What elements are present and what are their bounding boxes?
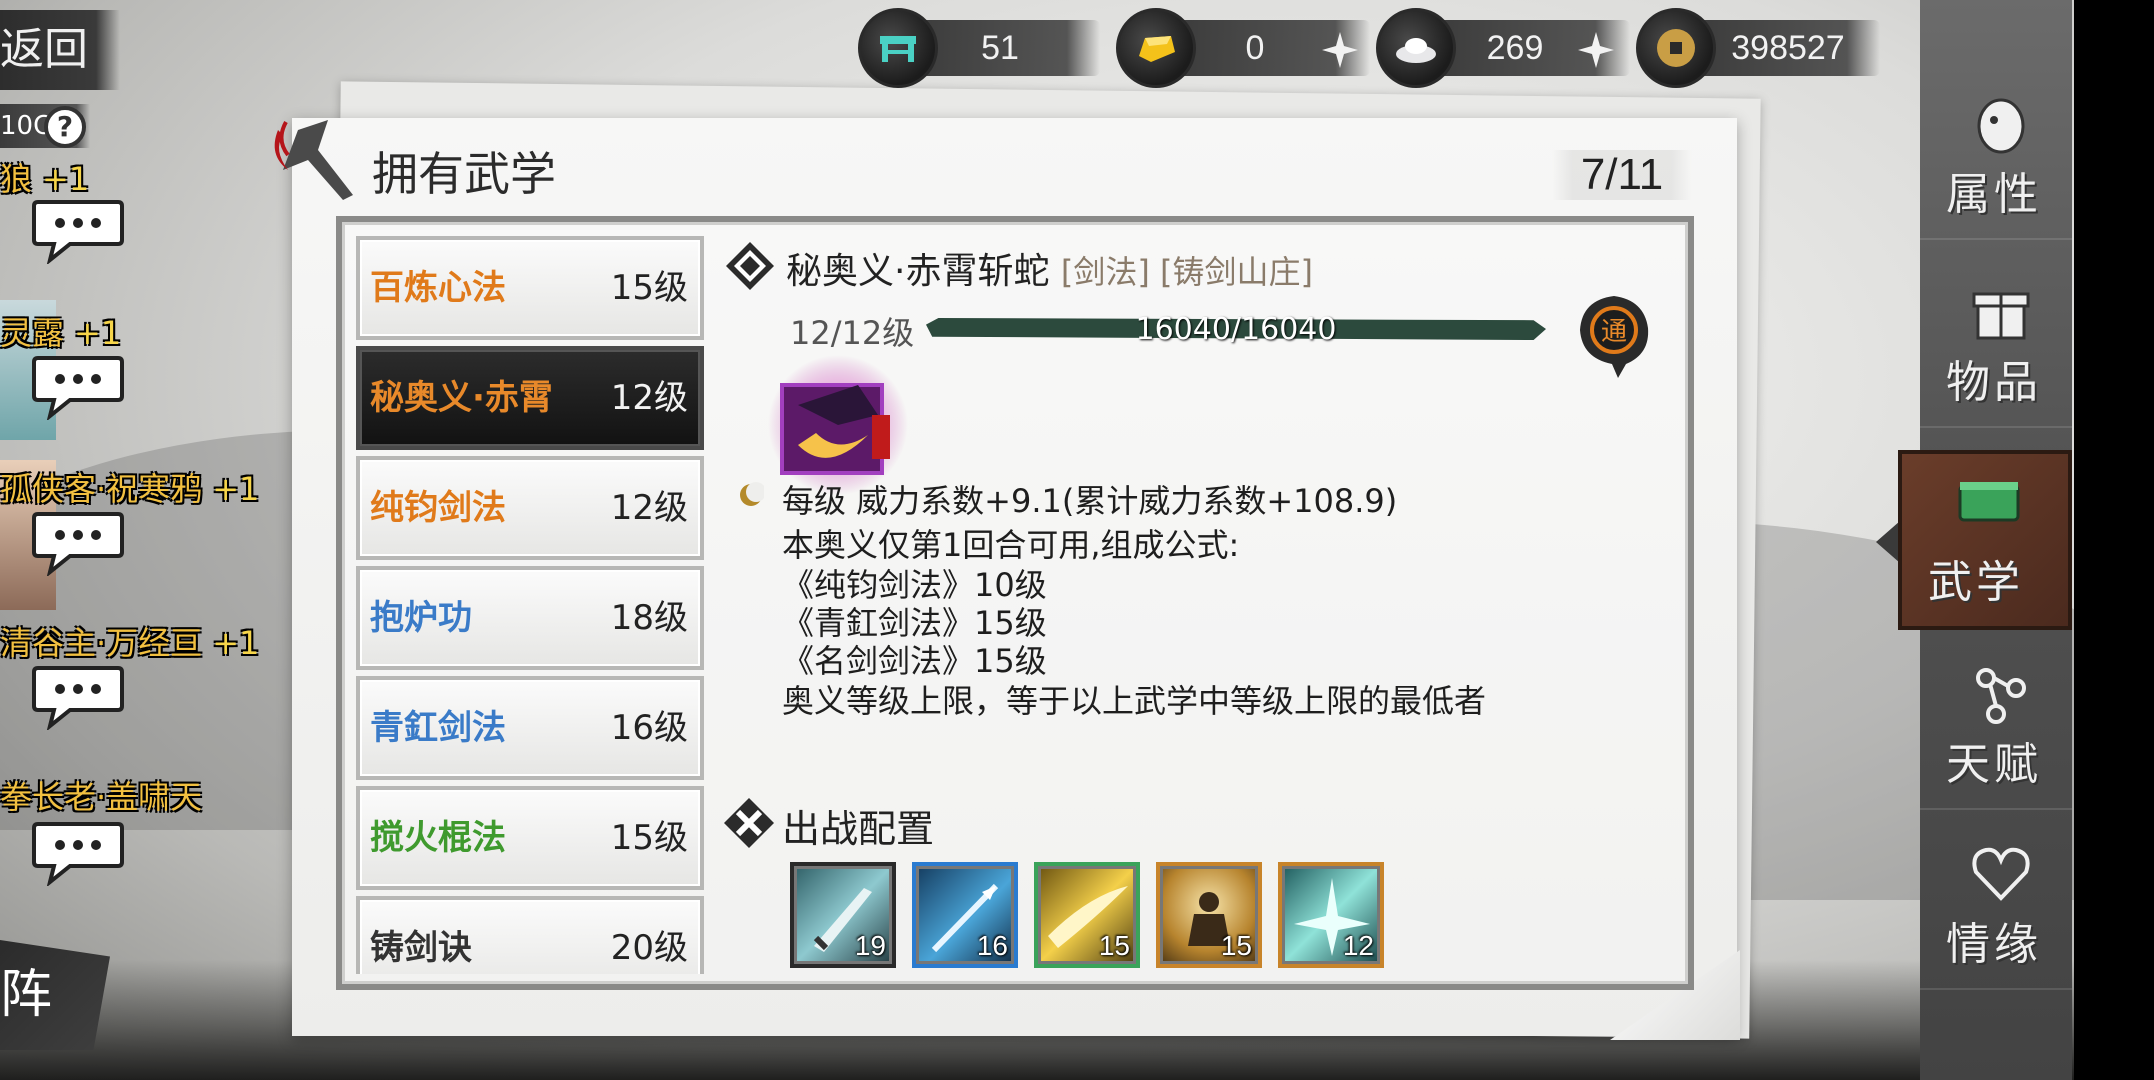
diamond-icon [726,242,774,290]
skill-level: 18级 [610,598,688,638]
talent-icon [1976,668,2026,724]
nav-items[interactable]: 物品 [1920,268,2072,428]
skill-name: 秘奥义·赤霄 [370,378,553,418]
crescent-moon-icon [740,482,764,506]
add-gold-icon[interactable] [1318,28,1362,72]
skill-item[interactable]: 纯钧剑法 12级 [356,456,704,560]
skill-name: 纯钧剑法 [370,488,506,528]
nav-label: 武学 [1928,557,2024,608]
nav-attributes[interactable]: 属性 [1920,80,2072,240]
skill-name: 搅火棍法 [370,818,506,858]
heart-knot-icon [1972,847,2030,901]
skill-art-icon [768,355,908,495]
slot-level: 15 [1220,930,1252,961]
scroll-icon [1958,482,2020,522]
silver-ingot-icon [1376,8,1456,88]
deploy-title: 出战配置 [782,807,935,851]
skill-desc-line: 每级 威力系数+9.1(累计威力系数+108.9) [782,482,1398,520]
skill-name: 铸剑诀 [370,928,472,968]
attribute-icon [1977,98,2025,154]
deploy-slot[interactable]: 16 [912,862,1018,968]
slot-level: 12 [1342,930,1374,961]
page-count: 7/11 [1552,150,1692,200]
skill-level: 12级 [610,488,688,528]
skill-item[interactable]: 百炼心法 15级 [356,236,704,340]
slot-level: 15 [1098,930,1130,961]
nav-label: 天赋 [1946,739,2042,790]
exp-progress-text: 16040/16040 [1135,312,1337,347]
gold-count: 0 [1245,29,1265,67]
gold-ingot-icon [1116,8,1196,88]
gift-box-icon [1972,292,2030,340]
skill-item-selected[interactable]: 秘奥义·赤霄 12级 [356,346,704,450]
skill-level: 15级 [610,268,688,308]
skill-item[interactable]: 搅火棍法 15级 [356,786,704,890]
tong-label: 通 [1601,317,1627,347]
skill-detail-title: 秘奥义·赤霄斩蛇 [剑法] [铸剑山庄] [786,242,1313,294]
deploy-slot[interactable]: 12 [1278,862,1384,968]
dart-icon [274,120,353,200]
add-silver-icon[interactable] [1574,28,1618,72]
skill-item[interactable]: 抱炉功 18级 [356,566,704,670]
formation-button[interactable]: 阵 [0,940,110,1050]
skill-level-text: 12/12级 [790,314,915,352]
nav-label: 情缘 [1946,919,2042,970]
skill-desc-line: 奥义等级上限，等于以上武学中等级上限的最低者 [782,682,1487,720]
skill-detail-tags: [剑法] [铸剑山庄] [1060,253,1314,291]
skill-list[interactable]: 百炼心法 15级 秘奥义·赤霄 12级 纯钧剑法 12级 抱炉功 18级 青釭剑… [356,236,706,974]
furniture-icon [858,8,938,88]
deploy-slot[interactable]: 15 [1034,862,1140,968]
furniture-count: 51 [981,29,1019,67]
tong-seal-icon[interactable]: 通 [1574,294,1654,380]
slot-level: 16 [976,930,1008,961]
skill-level: 12级 [610,378,688,418]
nav-label: 物品 [1946,357,2042,408]
friend-name: 清谷主·万经亘 +1 [0,624,260,662]
skill-item[interactable]: 青釭剑法 16级 [356,676,704,780]
skill-name: 青釭剑法 [370,708,506,748]
friend-name: 灵露 +1 [0,314,122,352]
nav-label: 属性 [1946,169,2042,220]
screen-edge [2074,0,2154,1080]
coin-count: 398527 [1731,29,1845,67]
deploy-slot[interactable]: 15 [1156,862,1262,968]
chat-bubble-icon[interactable] [30,508,126,576]
chat-bubble-icon[interactable] [30,196,126,264]
crossed-swords-icon [724,798,774,848]
skill-item[interactable]: 铸剑诀 20级 [356,896,704,974]
nav-relationship[interactable]: 情缘 [1920,830,2072,990]
chat-bubble-icon[interactable] [30,662,126,730]
skill-name: 抱炉功 [370,598,472,638]
skill-name: 百炼心法 [370,268,506,308]
deploy-slot[interactable]: 19 [790,862,896,968]
slot-level: 19 [854,930,886,961]
game-screen: 51 0 269 398527 返回 10C ? 狼 +1 灵露 +1 孤侠客·祝寒… [0,0,2154,1080]
skill-level: 20级 [610,928,688,968]
skill-level: 15级 [610,818,688,858]
friend-name: 拳长老·盖啸天 [0,778,203,816]
question-icon[interactable]: ? [44,106,86,148]
chat-bubble-icon[interactable] [30,818,126,886]
skill-level: 16级 [610,708,688,748]
nav-martial-arts[interactable]: 武学 [1898,450,2072,630]
skill-detail-name: 秘奥义·赤霄斩蛇 [786,251,1050,292]
back-button[interactable]: 返回 [0,10,120,90]
nav-talent[interactable]: 天赋 [1920,650,2072,810]
chat-bubble-icon[interactable] [30,352,126,420]
copper-coin-icon [1636,8,1716,88]
silver-count: 269 [1486,29,1544,67]
friend-name: 狼 +1 [0,160,90,198]
panel-title: 拥有武学 [372,147,556,201]
friend-name: 孤侠客·祝寒鸦 +1 [0,470,260,508]
